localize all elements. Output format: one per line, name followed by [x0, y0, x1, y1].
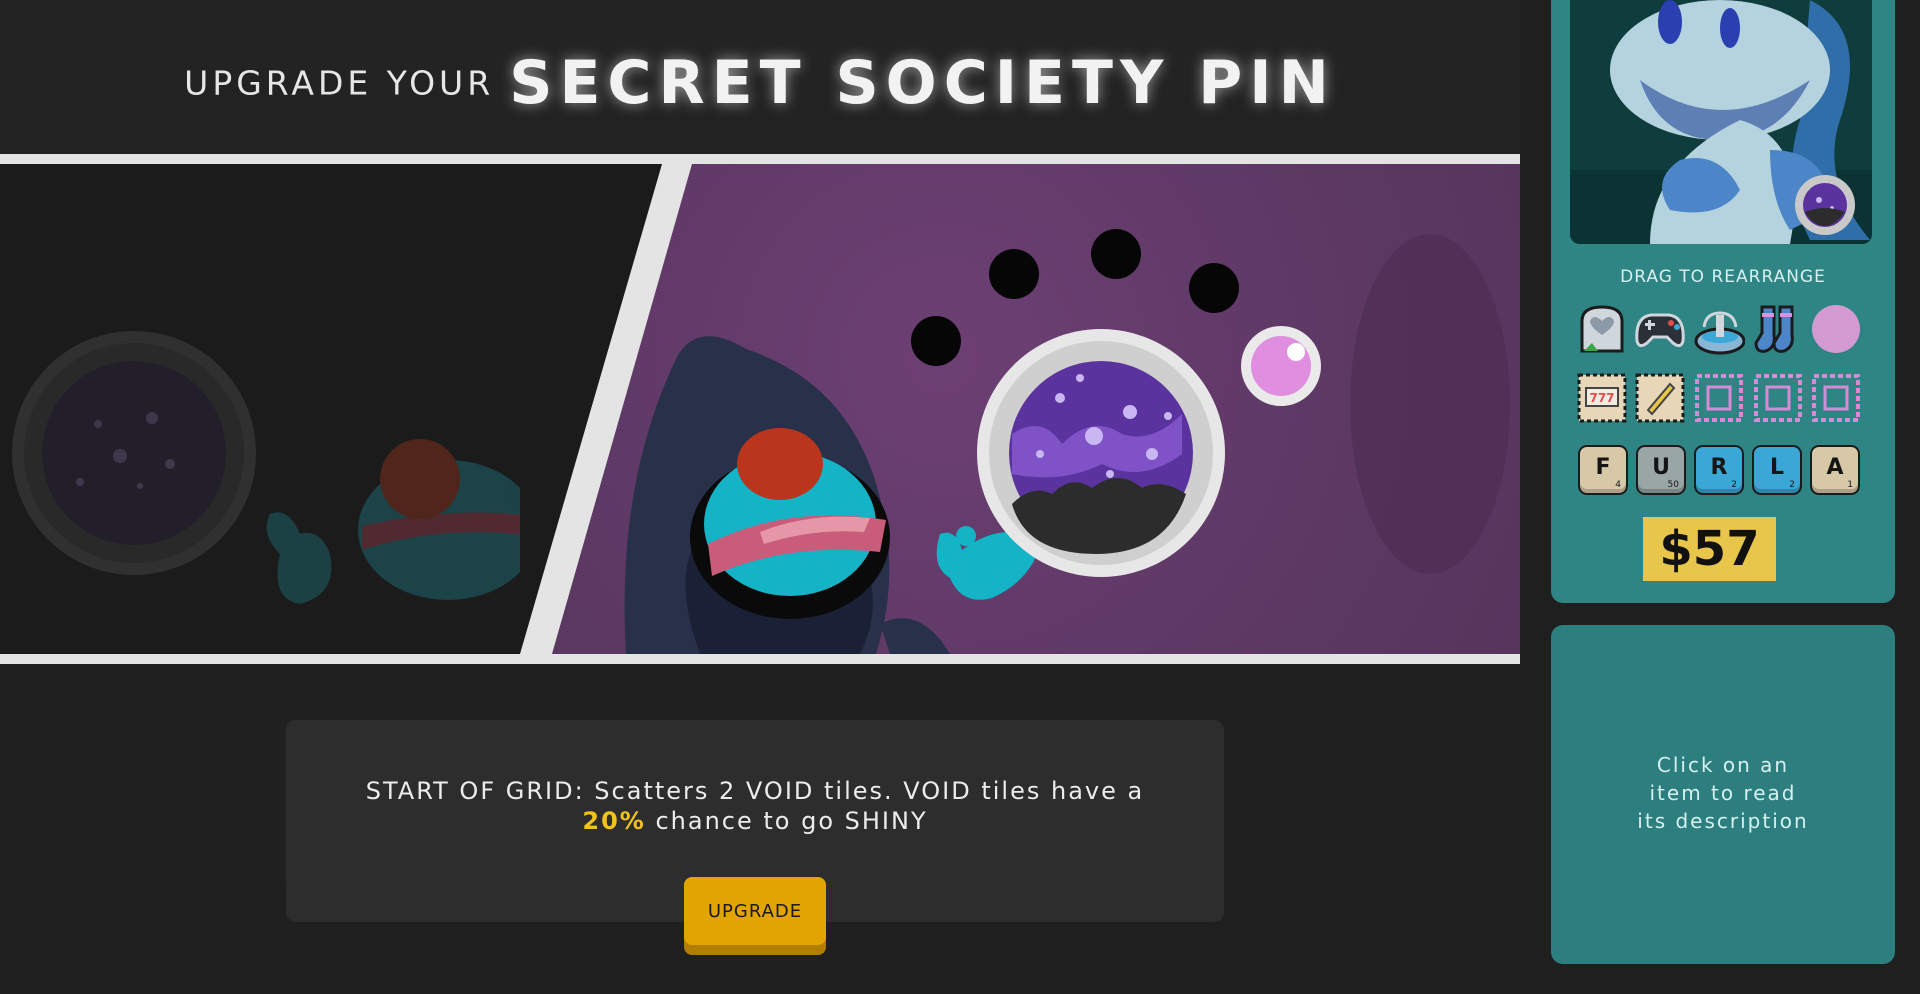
secret-society-pin-icon: [977, 329, 1225, 577]
empty-stamp-slot-1[interactable]: [1693, 372, 1745, 424]
title-item-name: SECRET SOCIETY PIN: [509, 48, 1336, 118]
tombstone-icon[interactable]: [1576, 303, 1628, 355]
equipped-pin-icon[interactable]: [1788, 172, 1864, 238]
price-badge: $57: [1643, 517, 1776, 581]
description-text: START OF GRID: Scatters 2 VOID tiles. VO…: [365, 777, 1145, 805]
letter-tile[interactable]: F 4: [1580, 447, 1626, 493]
svg-text:777: 777: [1589, 391, 1614, 405]
title-prefix: UPGRADE YOUR: [184, 63, 495, 103]
item-description: START OF GRID: Scatters 2 VOID tiles. VO…: [286, 776, 1224, 836]
info-text: Click on an item to read its description: [1551, 751, 1895, 835]
tile-letter: U: [1652, 455, 1670, 480]
banner-bottom-border: [0, 654, 1520, 664]
gamepad-icon[interactable]: [1633, 303, 1685, 355]
tile-score: 2: [1731, 480, 1737, 490]
info-line: Click on an: [1656, 753, 1790, 777]
item-info-card: Click on an item to read its description: [1551, 625, 1895, 964]
tile-letter: A: [1826, 455, 1844, 480]
pen-stamp-icon[interactable]: [1634, 372, 1686, 424]
tile-score: 1: [1847, 480, 1853, 490]
pink-orb-icon[interactable]: [1810, 303, 1862, 355]
fountain-icon[interactable]: [1693, 303, 1745, 355]
empty-stamp-slot-3[interactable]: [1810, 372, 1862, 424]
tile-letter: F: [1595, 455, 1611, 480]
shiny-chance-value: 20%: [582, 807, 646, 835]
upgrade-button[interactable]: UPGRADE: [684, 877, 826, 945]
tile-score: 50: [1667, 480, 1679, 490]
slot-machine-stamp-icon[interactable]: 777: [1576, 372, 1628, 424]
letter-tile[interactable]: U 50: [1638, 447, 1684, 493]
letter-tile[interactable]: L 2: [1754, 447, 1800, 493]
empty-stamp-slot-2[interactable]: [1752, 372, 1804, 424]
socks-icon[interactable]: [1752, 303, 1804, 355]
banner-top-border: [0, 154, 1520, 164]
drag-to-rearrange-label: DRAG TO REARRANGE: [1620, 267, 1826, 287]
after-scene: [624, 229, 1510, 654]
tile-score: 4: [1615, 480, 1621, 490]
shiny-orb-icon: [1241, 326, 1321, 406]
tile-score: 2: [1789, 480, 1795, 490]
tile-letter: R: [1710, 455, 1728, 480]
letter-tile[interactable]: A 1: [1812, 447, 1858, 493]
tile-letter: L: [1769, 455, 1785, 480]
info-line: item to read: [1649, 781, 1797, 805]
info-line: its description: [1637, 809, 1809, 833]
page-title: UPGRADE YOUR SECRET SOCIETY PIN: [0, 48, 1520, 118]
letter-tile[interactable]: R 2: [1696, 447, 1742, 493]
description-text-tail: chance to go SHINY: [655, 807, 928, 835]
